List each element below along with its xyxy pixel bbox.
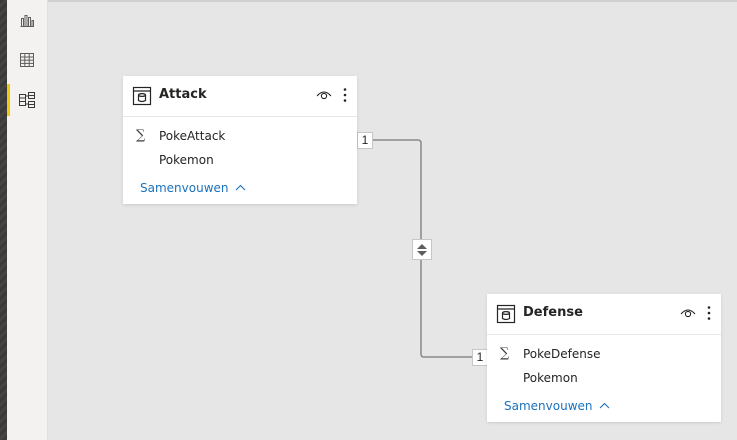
table-title: Attack	[159, 87, 207, 102]
table-icon	[132, 86, 152, 106]
collapse-label: Samenvouwen	[140, 181, 229, 195]
field-name: Pokemon	[159, 153, 214, 167]
table-card-header[interactable]: Attack	[123, 76, 357, 117]
table-card-defense[interactable]: Defense ∑ PokeDefense Pokemon Samenvouwe…	[487, 294, 721, 422]
collapse-label: Samenvouwen	[504, 399, 593, 413]
report-view-button[interactable]	[7, 2, 47, 38]
relationship-cardinality-from: 1	[357, 132, 373, 149]
relationship-cardinality-to: 1	[472, 349, 488, 366]
collapse-link[interactable]: Samenvouwen	[504, 399, 610, 413]
visibility-eye-icon[interactable]	[316, 89, 332, 101]
bar-chart-icon	[20, 15, 34, 27]
sigma-icon: ∑	[136, 128, 146, 143]
more-options-icon[interactable]	[342, 87, 348, 103]
chevron-up-icon	[599, 402, 610, 409]
view-switcher-rail	[7, 0, 48, 440]
more-options-icon[interactable]	[706, 305, 712, 321]
model-view-button[interactable]	[7, 82, 47, 118]
field-name: PokeDefense	[523, 347, 601, 361]
field-name: PokeAttack	[159, 129, 226, 143]
table-grid-icon	[20, 53, 34, 67]
cross-filter-direction-icon[interactable]	[412, 239, 432, 260]
sigma-icon: ∑	[500, 346, 510, 361]
collapse-link[interactable]: Samenvouwen	[140, 181, 246, 195]
chevron-up-icon	[235, 184, 246, 191]
data-view-button[interactable]	[7, 42, 47, 78]
table-card-header[interactable]: Defense	[487, 294, 721, 335]
field-row[interactable]: Pokemon	[123, 151, 357, 171]
table-title: Defense	[523, 305, 583, 320]
field-name: Pokemon	[523, 371, 578, 385]
field-row[interactable]: ∑ PokeAttack	[123, 127, 357, 147]
table-card-attack[interactable]: Attack ∑ PokeAttack Pokemon Samenvouwen	[123, 76, 357, 204]
visibility-eye-icon[interactable]	[680, 307, 696, 319]
model-diagram-icon	[19, 92, 35, 108]
field-row[interactable]: ∑ PokeDefense	[487, 345, 721, 365]
field-row[interactable]: Pokemon	[487, 369, 721, 389]
table-icon	[496, 304, 516, 324]
window-edge	[0, 0, 7, 440]
